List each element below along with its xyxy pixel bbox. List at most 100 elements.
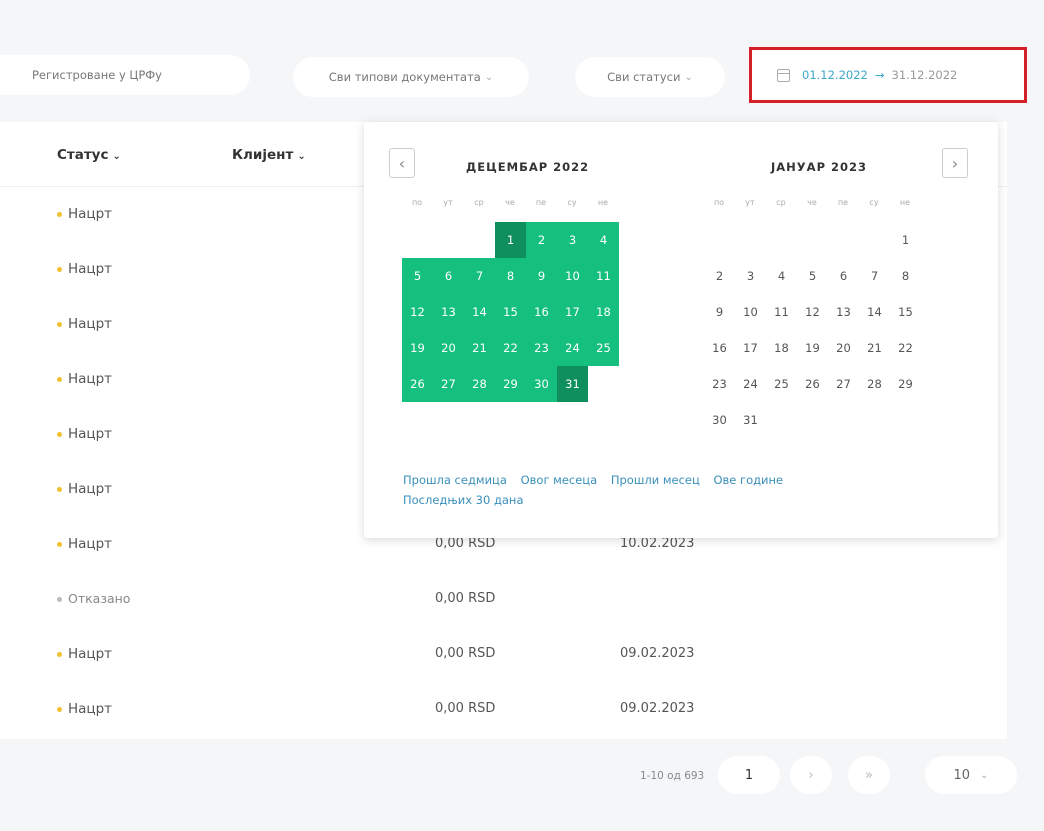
status-label: Нацрт [68,371,113,387]
calendar-day[interactable]: 7 [464,258,495,294]
date-range-filter[interactable]: 01.12.2022 → 31.12.2022 [749,47,1027,103]
column-header-status[interactable]: Статус ⌄ [57,147,121,163]
calendar-day[interactable]: 31 [557,366,588,402]
page-size-select[interactable]: 10 ⌄ [925,756,1017,794]
calendar-day[interactable]: 8 [495,258,526,294]
calendar-day[interactable]: 9 [704,294,735,330]
calendar-day[interactable]: 5 [402,258,433,294]
next-page-button[interactable]: › [790,756,832,794]
weekday-label: пе [535,198,547,207]
document-type-filter[interactable]: Сви типови документата ⌄ [293,57,529,97]
calendar-day[interactable]: 27 [828,366,859,402]
status-label: Нацрт [68,206,113,222]
calendar-day[interactable]: 18 [588,294,619,330]
calendar-day[interactable]: 7 [859,258,890,294]
calendar-day[interactable]: 10 [557,258,588,294]
calendar-day[interactable]: 26 [402,366,433,402]
calendar-day[interactable]: 12 [402,294,433,330]
calendar-day[interactable]: 3 [735,258,766,294]
table-row[interactable]: Нацрт 0,00 RSD 09.02.2023 [0,682,1007,737]
preset-last-week[interactable]: Прошла седмица [403,473,507,487]
calendar-day[interactable]: 21 [859,330,890,366]
calendar-day[interactable]: 15 [495,294,526,330]
weekday-label: че [505,198,515,207]
calendar-day[interactable]: 11 [766,294,797,330]
status-cell: Нацрт [57,701,112,717]
calendar-day[interactable]: 14 [464,294,495,330]
status-label: Нацрт [68,646,113,662]
weekday-label: ср [776,198,786,207]
calendar-day[interactable]: 13 [433,294,464,330]
prev-month-button[interactable]: ‹ [389,148,415,178]
calendar-day[interactable]: 5 [797,258,828,294]
calendar-day[interactable]: 3 [557,222,588,258]
calendar-day[interactable]: 23 [704,366,735,402]
calendar-day[interactable]: 25 [588,330,619,366]
month-title-january: ЈАНУАР 2023 [771,160,868,174]
table-row[interactable]: Отказано 0,00 RSD [0,572,1007,627]
calendar-day[interactable]: 17 [557,294,588,330]
calendar-day[interactable]: 21 [464,330,495,366]
status-cell: Нацрт [57,536,112,552]
calendar-day[interactable]: 29 [890,366,921,402]
calendar-day[interactable]: 25 [766,366,797,402]
calendar-day[interactable]: 24 [735,366,766,402]
calendar-day[interactable]: 30 [526,366,557,402]
calendar-day[interactable]: 22 [495,330,526,366]
table-row[interactable]: Нацрт 0,00 RSD 09.02.2023 [0,627,1007,682]
preset-this-month[interactable]: Овог месеца [521,473,598,487]
status-filter[interactable]: Сви статуси ⌄ [575,57,725,97]
calendar-day[interactable]: 27 [433,366,464,402]
calendar-day[interactable]: 6 [433,258,464,294]
calendar-day[interactable]: 30 [704,402,735,438]
calendar-day[interactable]: 14 [859,294,890,330]
calendar-day[interactable]: 15 [890,294,921,330]
calendar-day[interactable]: 28 [859,366,890,402]
calendar-day[interactable]: 28 [464,366,495,402]
calendar-day[interactable]: 2 [526,222,557,258]
calendar-day[interactable]: 17 [735,330,766,366]
preset-last-month[interactable]: Прошли месец [611,473,700,487]
status-filter-label: Сви статуси [607,70,681,84]
status-dot-icon [57,321,62,327]
calendar-day[interactable]: 16 [526,294,557,330]
calendar-day[interactable]: 4 [766,258,797,294]
calendar-day[interactable]: 20 [828,330,859,366]
next-month-button[interactable]: › [942,148,968,178]
calendar-day[interactable]: 26 [797,366,828,402]
calendar-day[interactable]: 6 [828,258,859,294]
status-label: Нацрт [68,481,113,497]
calendar-day[interactable]: 20 [433,330,464,366]
calendar-day[interactable]: 24 [557,330,588,366]
column-header-client[interactable]: Клијент ⌄ [232,147,306,163]
status-dot-icon [57,211,62,217]
calendar-day[interactable]: 1 [890,222,921,258]
calendar-day[interactable]: 18 [766,330,797,366]
calendar-day[interactable]: 19 [402,330,433,366]
weekday-label: пе [837,198,849,207]
date-cell: 09.02.2023 [620,701,695,716]
preset-this-year[interactable]: Ове године [713,473,783,487]
last-page-button[interactable]: » [848,756,890,794]
calendar-day[interactable]: 22 [890,330,921,366]
calendar-day[interactable]: 12 [797,294,828,330]
calendar-day[interactable]: 2 [704,258,735,294]
calendar-day[interactable]: 11 [588,258,619,294]
calendar-day[interactable]: 31 [735,402,766,438]
calendar-day[interactable]: 23 [526,330,557,366]
calendar-day[interactable]: 10 [735,294,766,330]
calendar-day[interactable]: 29 [495,366,526,402]
calendar-day[interactable]: 9 [526,258,557,294]
page-number-input[interactable]: 1 [718,756,780,794]
calendar-day[interactable]: 1 [495,222,526,258]
calendar-day[interactable]: 16 [704,330,735,366]
preset-last-30-days[interactable]: Последњих 30 дана [403,493,524,507]
calendar-day[interactable]: 19 [797,330,828,366]
status-dot-icon [57,597,62,602]
status-dot-icon [57,431,62,437]
registered-filter[interactable]: Регистроване у ЦРФу [0,55,250,95]
calendar-day[interactable]: 13 [828,294,859,330]
calendar-day[interactable]: 4 [588,222,619,258]
column-header-status-label: Статус [57,147,109,163]
calendar-day[interactable]: 8 [890,258,921,294]
